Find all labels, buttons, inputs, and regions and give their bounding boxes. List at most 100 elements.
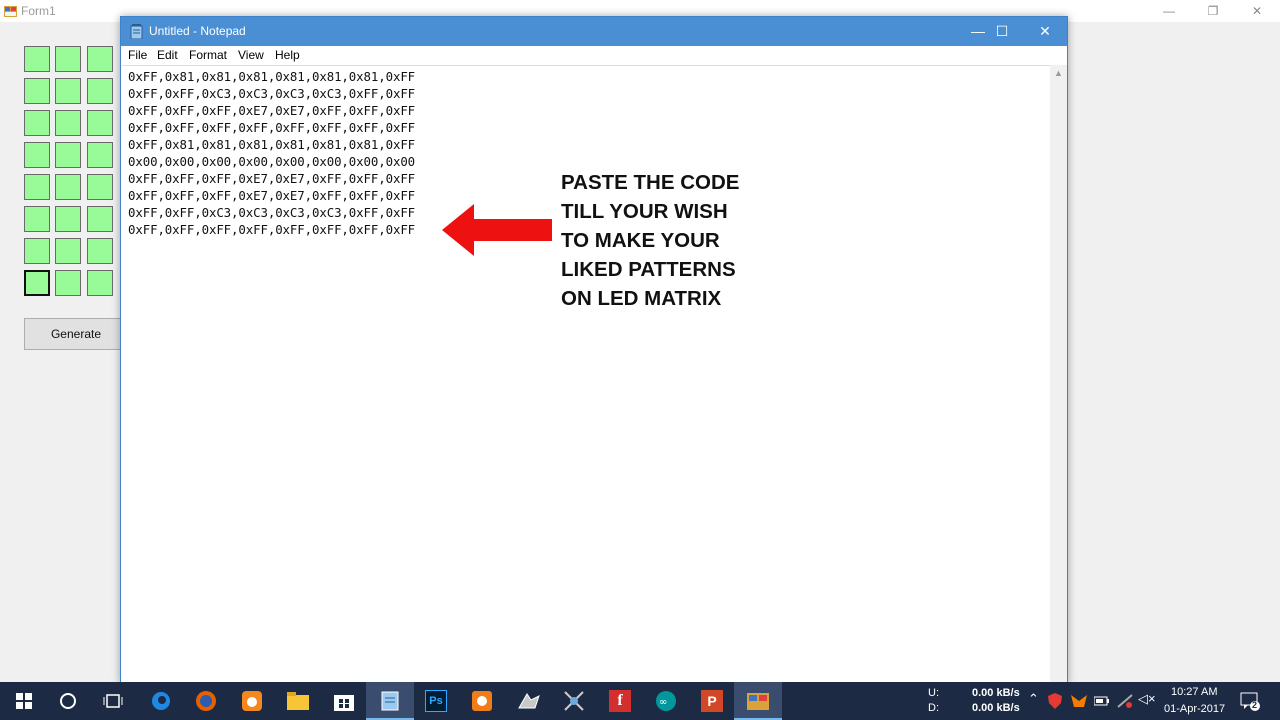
task-view-button[interactable] [89, 682, 137, 720]
firefox-icon [196, 691, 216, 711]
code-line: 0x00,0x00,0x00,0x00,0x00,0x00,0x00,0x00 [128, 154, 416, 169]
task-view-icon [103, 694, 123, 708]
led-cell[interactable] [24, 206, 50, 232]
firefox-button[interactable] [182, 682, 230, 720]
wifi-disconnected-icon[interactable] [1116, 693, 1134, 709]
uc-browser-button[interactable] [228, 682, 276, 720]
led-cell[interactable] [24, 270, 50, 296]
media-player-button[interactable] [458, 682, 506, 720]
led-cell[interactable] [87, 142, 113, 168]
uc-browser-icon [242, 691, 262, 711]
svg-text:∞: ∞ [659, 697, 667, 708]
paint-tool-button[interactable] [505, 682, 553, 720]
code-line: 0xFF,0xFF,0xFF,0xFF,0xFF,0xFF,0xFF,0xFF [128, 222, 416, 237]
network-tool-icon [564, 691, 584, 711]
edge-button[interactable] [137, 682, 185, 720]
led-cell[interactable] [24, 46, 50, 72]
led-cell[interactable] [24, 78, 50, 104]
notification-count-badge: 2 [1252, 700, 1258, 710]
notepad-window: Untitled - Notepad — ☐ ✕ File Edit Forma… [120, 16, 1068, 684]
led-cell[interactable] [55, 270, 81, 296]
annotation-line: TO MAKE YOUR [561, 229, 720, 252]
form-app-icon [4, 6, 17, 17]
led-cell[interactable] [55, 206, 81, 232]
led-cell[interactable] [87, 174, 113, 200]
menu-view[interactable]: View [238, 48, 264, 62]
battery-icon[interactable] [1094, 696, 1110, 706]
code-line: 0xFF,0xFF,0xC3,0xC3,0xC3,0xC3,0xFF,0xFF [128, 205, 416, 220]
store-button[interactable] [320, 682, 368, 720]
security-shield-icon[interactable] [1048, 693, 1062, 709]
start-button[interactable] [0, 682, 48, 720]
notepad-icon [130, 24, 143, 39]
flash-button[interactable]: f [596, 682, 644, 720]
notepad-title: Untitled - Notepad [149, 24, 246, 38]
winforms-app-button[interactable] [734, 682, 782, 720]
notepad-menu-bar: File Edit Format View Help [121, 46, 1067, 65]
led-cell[interactable] [24, 142, 50, 168]
annotation-line: PASTE THE CODE [561, 171, 740, 194]
file-explorer-button[interactable] [274, 682, 322, 720]
network-tool-button[interactable] [550, 682, 598, 720]
led-cell[interactable] [87, 46, 113, 72]
clock-time[interactable]: 10:27 AM [1171, 686, 1217, 698]
vertical-scrollbar[interactable]: ▲ [1050, 65, 1067, 683]
code-line: 0xFF,0x81,0x81,0x81,0x81,0x81,0x81,0xFF [128, 137, 416, 152]
generate-button[interactable]: Generate [24, 318, 128, 350]
photoshop-button[interactable]: Ps [412, 682, 460, 720]
taskbar: Ps f ∞ P U: D: 0.00 kB/s 0.00 kB/s ⌃ ◁× … [0, 682, 1280, 720]
menu-format[interactable]: Format [189, 48, 227, 62]
code-line: 0xFF,0xFF,0xFF,0xFF,0xFF,0xFF,0xFF,0xFF [128, 120, 416, 135]
led-cell[interactable] [55, 142, 81, 168]
scroll-up-arrow-icon[interactable]: ▲ [1050, 65, 1067, 82]
fox-app-icon[interactable] [1070, 693, 1088, 709]
clock-date[interactable]: 01-Apr-2017 [1164, 703, 1225, 715]
notification-center-icon[interactable] [1240, 692, 1262, 712]
notepad-close-button[interactable]: ✕ [1022, 17, 1068, 46]
file-explorer-icon [287, 692, 309, 710]
notepad-taskbar-button[interactable] [366, 682, 414, 720]
annotation-text: PASTE THE CODE TILL YOUR WISH TO MAKE YO… [561, 168, 739, 313]
net-up-value: 0.00 kB/s [972, 687, 1020, 699]
arduino-button[interactable]: ∞ [642, 682, 690, 720]
search-button[interactable] [44, 682, 92, 720]
powerpoint-icon: P [701, 690, 723, 712]
led-cell[interactable] [55, 46, 81, 72]
menu-file[interactable]: File [128, 48, 147, 62]
led-cell[interactable] [87, 78, 113, 104]
volume-muted-icon[interactable]: ◁× [1138, 691, 1156, 707]
code-line: 0xFF,0x81,0x81,0x81,0x81,0x81,0x81,0xFF [128, 69, 416, 84]
led-cell[interactable] [24, 238, 50, 264]
led-cell[interactable] [87, 238, 113, 264]
led-cell[interactable] [55, 174, 81, 200]
menu-help[interactable]: Help [275, 48, 300, 62]
led-cell[interactable] [87, 206, 113, 232]
led-cell[interactable] [87, 270, 113, 296]
annotation-line: ON LED MATRIX [561, 287, 722, 310]
led-cell[interactable] [55, 238, 81, 264]
paint-tool-icon [518, 693, 540, 709]
form1-restore-button[interactable]: ❐ [1190, 0, 1236, 22]
led-cell[interactable] [55, 110, 81, 136]
code-line: 0xFF,0xFF,0xC3,0xC3,0xC3,0xC3,0xFF,0xFF [128, 86, 416, 101]
show-hidden-icons-chevron-icon[interactable]: ⌃ [1028, 691, 1039, 707]
net-down-label: D: [928, 702, 939, 714]
menu-edit[interactable]: Edit [157, 48, 178, 62]
notepad-maximize-button[interactable]: ☐ [979, 17, 1025, 46]
led-cell[interactable] [24, 174, 50, 200]
led-cell[interactable] [55, 78, 81, 104]
code-line: 0xFF,0xFF,0xFF,0xE7,0xE7,0xFF,0xFF,0xFF [128, 103, 416, 118]
form1-title: Form1 [21, 4, 56, 18]
search-icon [60, 693, 76, 709]
annotation-line: LIKED PATTERNS [561, 258, 736, 281]
annotation-line: TILL YOUR WISH [561, 200, 728, 223]
led-cell[interactable] [24, 110, 50, 136]
powerpoint-button[interactable]: P [688, 682, 736, 720]
notepad-text-area[interactable]: 0xFF,0x81,0x81,0x81,0x81,0x81,0x81,0xFF … [122, 65, 1050, 684]
led-cell[interactable] [87, 110, 113, 136]
form1-minimize-button[interactable]: — [1146, 0, 1192, 22]
edge-icon [152, 692, 170, 710]
net-down-value: 0.00 kB/s [972, 702, 1020, 714]
notepad-title-bar[interactable]: Untitled - Notepad — ☐ ✕ [121, 17, 1067, 46]
form1-close-button[interactable]: ✕ [1234, 0, 1280, 22]
